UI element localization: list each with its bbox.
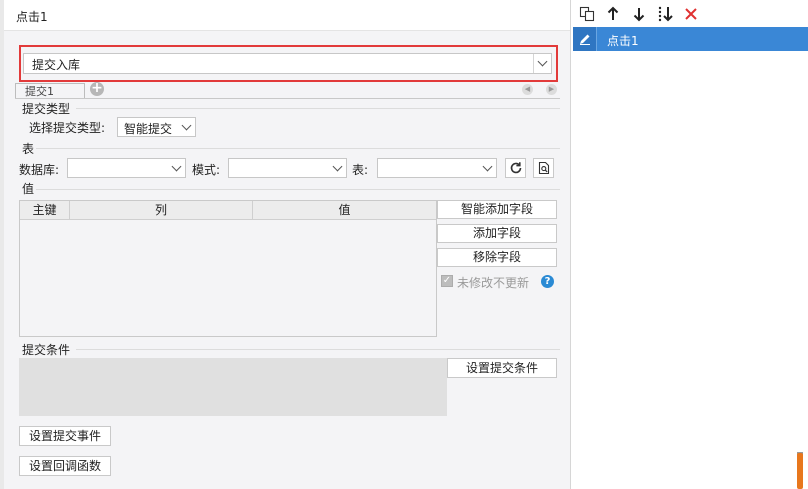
action-list-panel: 点击1 xyxy=(571,0,808,489)
tab-divider xyxy=(15,98,560,99)
set-submit-event-button[interactable]: 设置提交事件 xyxy=(19,426,111,446)
add-field-button[interactable]: 添加字段 xyxy=(437,224,557,243)
action-type-value: 提交入库 xyxy=(32,58,81,72)
section-divider xyxy=(36,189,560,190)
chevron-down-icon[interactable] xyxy=(328,159,346,177)
condition-display-area xyxy=(19,358,447,416)
set-callback-button[interactable]: 设置回调函数 xyxy=(19,456,111,476)
action-type-select[interactable]: 提交入库 xyxy=(23,53,552,74)
table-select[interactable] xyxy=(377,158,497,178)
edit-icon[interactable] xyxy=(573,27,597,51)
table-section-label: 表 xyxy=(22,142,35,156)
column-header-value[interactable]: 值 xyxy=(253,201,436,220)
table-header: 主键 列 值 xyxy=(20,201,436,220)
action-list-item-label: 点击1 xyxy=(607,34,639,48)
dialog-title: 点击1 xyxy=(16,10,48,24)
chevron-down-icon[interactable] xyxy=(177,118,195,136)
refresh-button[interactable] xyxy=(505,158,526,178)
delete-icon[interactable] xyxy=(681,4,701,24)
tab-submit-1[interactable]: 提交1 xyxy=(15,83,85,99)
submit-type-section-label: 提交类型 xyxy=(22,102,71,116)
database-label: 数据库: xyxy=(19,163,60,177)
arrow-up-icon[interactable] xyxy=(603,4,623,24)
copy-icon[interactable] xyxy=(577,4,597,24)
no-update-label: 未修改不更新 xyxy=(457,276,530,290)
no-update-checkbox[interactable]: ✓ xyxy=(441,275,453,287)
set-condition-button[interactable]: 设置提交条件 xyxy=(447,358,557,378)
remove-field-button[interactable]: 移除字段 xyxy=(437,248,557,267)
schema-label: 模式: xyxy=(192,163,221,177)
action-list-item[interactable]: 点击1 xyxy=(573,27,808,51)
column-header-primary-key[interactable]: 主键 xyxy=(20,201,69,220)
tab-scroll-right-icon[interactable]: ▶ xyxy=(546,84,557,95)
column-header-column[interactable]: 列 xyxy=(70,201,252,220)
submit-type-field-label: 选择提交类型: xyxy=(29,121,106,135)
database-select[interactable] xyxy=(67,158,186,178)
move-to-bottom-icon[interactable] xyxy=(655,4,675,24)
section-divider xyxy=(36,148,560,149)
help-icon[interactable]: ? xyxy=(541,275,554,288)
scrollbar-thumb[interactable] xyxy=(797,453,803,489)
action-dialog: 点击1 提交入库 提交1 + ◀ ▶ 提交类型 选择提交类型: 智能提交 表 数… xyxy=(4,0,570,489)
dialog-title-bar: 点击1 xyxy=(4,0,570,31)
table-label: 表: xyxy=(352,163,369,177)
search-document-icon xyxy=(538,161,549,175)
add-tab-icon[interactable]: + xyxy=(90,81,104,96)
submit-type-select[interactable]: 智能提交 xyxy=(117,117,196,137)
submit-type-value: 智能提交 xyxy=(124,122,173,136)
chevron-down-icon[interactable] xyxy=(478,159,496,177)
refresh-icon xyxy=(510,162,521,174)
condition-section-label: 提交条件 xyxy=(22,343,71,357)
tab-label: 提交1 xyxy=(25,85,54,98)
field-mapping-table[interactable]: 主键 列 值 xyxy=(19,200,437,337)
chevron-down-icon[interactable] xyxy=(533,54,551,73)
arrow-down-icon[interactable] xyxy=(629,4,649,24)
smart-add-field-button[interactable]: 智能添加字段 xyxy=(437,200,557,219)
tab-scroll-left-icon[interactable]: ◀ xyxy=(522,84,533,95)
schema-select[interactable] xyxy=(228,158,347,178)
chevron-down-icon[interactable] xyxy=(167,159,185,177)
section-divider xyxy=(76,108,560,109)
value-section-label: 值 xyxy=(22,182,35,196)
search-table-button[interactable] xyxy=(533,158,554,178)
section-divider xyxy=(76,349,560,350)
